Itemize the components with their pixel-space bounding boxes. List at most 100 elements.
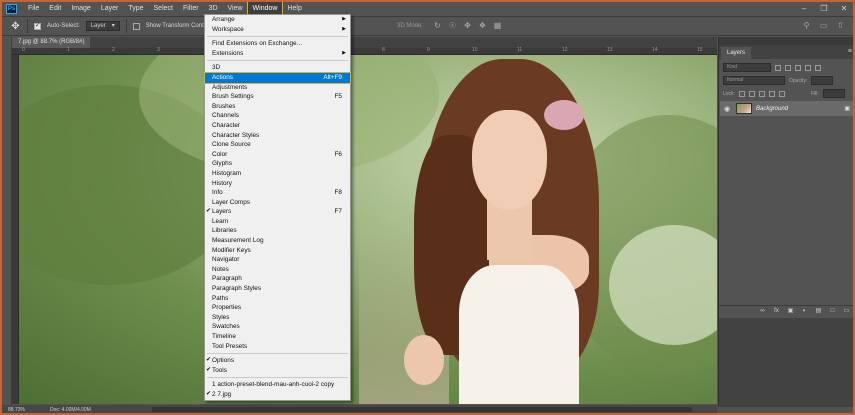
options-bar: ✥ ✓ Auto-Select: Layer ▾ Show Transform C… xyxy=(2,16,853,36)
window-menu-item-modifier-keys[interactable]: Modifier Keys xyxy=(205,246,350,256)
menu-item-label: Libraries xyxy=(212,227,237,235)
adjustment-layer-icon[interactable]: ◐ xyxy=(801,308,808,315)
lock-position-icon[interactable] xyxy=(758,90,765,97)
link-layers-icon[interactable]: ∞ xyxy=(759,308,766,315)
zoom-level[interactable]: 88.73% xyxy=(8,407,25,413)
menu-item-label: Arrange xyxy=(212,16,235,23)
window-menu-item-brush-settings[interactable]: Brush Settings F5 xyxy=(205,92,350,102)
menu-image[interactable]: Image xyxy=(66,2,95,15)
group-folder-icon[interactable]: ▤ xyxy=(815,308,822,315)
lock-all-icon[interactable] xyxy=(778,90,785,97)
window-menu-item-notes[interactable]: Notes xyxy=(205,265,350,275)
smart-filter-icon[interactable] xyxy=(815,64,821,71)
window-menu-item-clone-source[interactable]: Clone Source xyxy=(205,140,350,150)
auto-select-dropdown[interactable]: Layer ▾ xyxy=(85,21,120,31)
window-menu-item-workspace[interactable]: Workspace ▶ xyxy=(205,25,350,35)
pixel-filter-icon[interactable] xyxy=(775,64,781,71)
menu-item-label: Character xyxy=(212,121,241,129)
window-menu-item-glyphs[interactable]: Glyphs xyxy=(205,159,350,169)
layer-style-icon[interactable]: fx xyxy=(773,308,780,315)
window-menu-item-paragraph[interactable]: Paragraph xyxy=(205,274,350,284)
opacity-label: Opacity: xyxy=(789,77,808,84)
layer-row-background[interactable]: ◉ Background ▣ xyxy=(720,101,853,116)
window-menu-item-brushes[interactable]: Brushes xyxy=(205,102,350,112)
opacity-field[interactable] xyxy=(811,76,834,85)
window-menu-item-navigator[interactable]: Navigator xyxy=(205,255,350,265)
auto-select-checkbox[interactable]: ✓ xyxy=(34,22,41,30)
move-tool-icon[interactable]: ✥ xyxy=(10,21,21,32)
window-menu-item-adjustments[interactable]: Adjustments xyxy=(205,83,350,93)
shape-filter-icon[interactable] xyxy=(805,64,811,71)
window-menu-item-color[interactable]: Color F6 xyxy=(205,150,350,160)
window-menu-item-1-action-preset-blend-mau-anh-cuoi-2-copy[interactable]: 1 action-preset-blend-mau-anh-cuoi-2 cop… xyxy=(205,380,350,390)
workspace-icon[interactable]: ▭ xyxy=(819,21,828,30)
lock-pixels-icon[interactable] xyxy=(738,90,745,97)
window-menu-item-extensions[interactable]: Extensions ▶ xyxy=(205,49,350,59)
window-menu-item-swatches[interactable]: Swatches xyxy=(205,322,350,332)
restore-icon[interactable]: ❐ xyxy=(819,4,829,14)
window-menu-item-arrange[interactable]: Arrange ▶ xyxy=(205,15,350,25)
window-menu-item-3d[interactable]: 3D xyxy=(205,63,350,73)
window-menu-item-properties[interactable]: Properties xyxy=(205,303,350,313)
adjustment-filter-icon[interactable] xyxy=(785,64,791,71)
pan-icon[interactable]: ✥ xyxy=(463,21,472,30)
menu-filter[interactable]: Filter xyxy=(178,2,204,15)
window-menu-item-layer-comps[interactable]: Layer Comps xyxy=(205,198,350,208)
kind-filter-value: Kind xyxy=(727,64,738,70)
visibility-eye-icon[interactable]: ◉ xyxy=(724,105,732,113)
scale-icon[interactable]: ▦ xyxy=(493,21,502,30)
roll-icon[interactable]: ☉ xyxy=(448,21,457,30)
window-menu-item-paragraph-styles[interactable]: Paragraph Styles xyxy=(205,284,350,294)
divider xyxy=(27,19,28,33)
panel-menu-icon[interactable]: ≡ xyxy=(848,48,852,55)
window-menu-item-tools[interactable]: ✔ Tools xyxy=(205,366,350,376)
horizontal-scrollbar[interactable] xyxy=(152,407,692,412)
document-canvas[interactable] xyxy=(19,55,717,404)
window-menu-item-history[interactable]: History xyxy=(205,179,350,189)
blend-mode-dropdown[interactable]: Normal xyxy=(723,76,785,85)
window-menu-item-tool-presets[interactable]: Tool Presets xyxy=(205,342,350,352)
window-menu-item-find-extensions-on-exchange[interactable]: Find Extensions on Exchange... xyxy=(205,39,350,49)
window-menu-item-timeline[interactable]: Timeline xyxy=(205,332,350,342)
orbit-icon[interactable]: ↻ xyxy=(433,21,442,30)
window-menu-item-info[interactable]: Info F8 xyxy=(205,188,350,198)
window-menu-item-channels[interactable]: Channels xyxy=(205,111,350,121)
search-icon[interactable]: ⚲ xyxy=(802,21,811,30)
window-menu-item-character-styles[interactable]: Character Styles xyxy=(205,131,350,141)
window-menu-item-options[interactable]: ✔ Options xyxy=(205,356,350,366)
slide-icon[interactable]: ❖ xyxy=(478,21,487,30)
lock-artboard-icon[interactable] xyxy=(768,90,775,97)
photo-flower xyxy=(544,100,584,130)
menu-type[interactable]: Type xyxy=(123,2,148,15)
window-menu-item-layers[interactable]: ✔ Layers F7 xyxy=(205,207,350,217)
type-filter-icon[interactable] xyxy=(795,64,801,71)
menu-separator xyxy=(207,377,348,379)
window-menu-item-paths[interactable]: Paths xyxy=(205,294,350,304)
window-menu-item-histogram[interactable]: Histogram xyxy=(205,169,350,179)
window-menu-item-measurement-log[interactable]: Measurement Log xyxy=(205,236,350,246)
new-layer-icon[interactable]: □ xyxy=(829,308,836,315)
menu-layer[interactable]: Layer xyxy=(96,2,124,15)
window-menu-item-actions[interactable]: Actions Alt+F9 xyxy=(204,72,351,84)
show-transform-checkbox[interactable] xyxy=(132,22,140,30)
fill-field[interactable] xyxy=(822,89,845,98)
layer-mask-icon[interactable]: ▣ xyxy=(787,308,794,315)
window-menu-item-character[interactable]: Character xyxy=(205,121,350,131)
window-menu-item-styles[interactable]: Styles xyxy=(205,313,350,323)
window-menu-item-learn[interactable]: Learn xyxy=(205,217,350,227)
window-menu-item-2-7-jpg[interactable]: ✔ 2 7.jpg xyxy=(205,390,350,400)
close-icon[interactable]: ✕ xyxy=(839,4,849,14)
share-icon[interactable]: ⇧ xyxy=(836,21,845,30)
minimize-icon[interactable]: – xyxy=(799,4,809,14)
menu-item-label: Timeline xyxy=(212,333,236,340)
tab-layers[interactable]: Layers xyxy=(721,47,752,59)
lock-image-icon[interactable] xyxy=(748,90,755,97)
menu-edit[interactable]: Edit xyxy=(44,2,66,15)
menu-item-label: Options xyxy=(212,357,235,365)
delete-layer-icon[interactable]: ▭ xyxy=(843,308,850,315)
kind-filter[interactable]: Kind xyxy=(723,63,771,72)
divider xyxy=(125,19,127,33)
window-menu-item-libraries[interactable]: Libraries xyxy=(205,226,350,236)
menu-file[interactable]: File xyxy=(23,2,44,15)
menu-select[interactable]: Select xyxy=(149,2,178,15)
